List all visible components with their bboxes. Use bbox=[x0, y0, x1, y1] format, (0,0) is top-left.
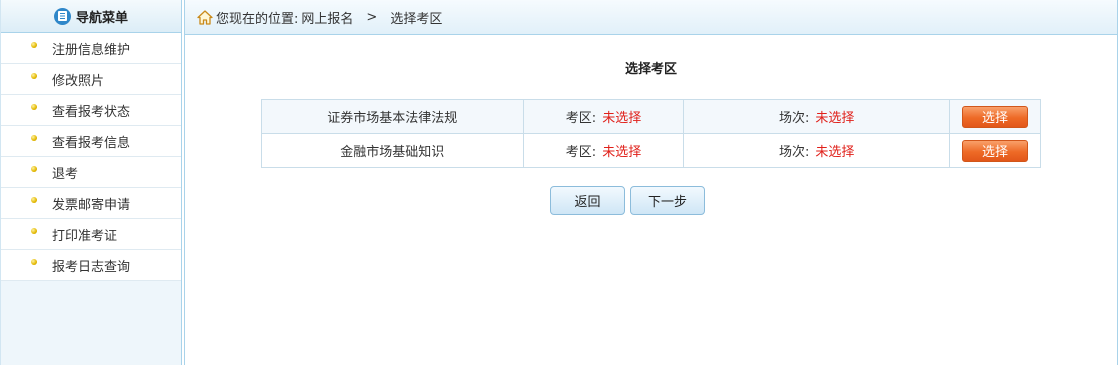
home-icon bbox=[197, 9, 213, 25]
select-button[interactable]: 选择 bbox=[962, 139, 1028, 162]
back-button[interactable]: 返回 bbox=[550, 186, 625, 215]
session-cell: 场次: 未选择 bbox=[683, 133, 951, 168]
menu-item-edit-photo[interactable]: 修改照片 bbox=[1, 64, 181, 95]
menu-list: 注册信息维护 修改照片 查看报考状态 查看报考信息 退考 发票邮寄申请 打印准考… bbox=[1, 33, 181, 281]
subject-cell: 金融市场基础知识 bbox=[261, 133, 524, 168]
session-cell: 场次: 未选择 bbox=[683, 99, 951, 134]
menu-item-register-info[interactable]: 注册信息维护 bbox=[1, 33, 181, 64]
menu-item-exam-log[interactable]: 报考日志查询 bbox=[1, 250, 181, 281]
bullet-icon bbox=[31, 42, 37, 48]
menu-item-withdraw[interactable]: 退考 bbox=[1, 157, 181, 188]
session-value: 未选择 bbox=[815, 111, 855, 126]
menu-item-label: 修改照片 bbox=[52, 73, 105, 89]
table-row: 证券市场基本法律法规 考区: 未选择 场次: 未选择 选择 bbox=[261, 99, 1041, 134]
next-button[interactable]: 下一步 bbox=[630, 186, 705, 215]
page-title: 选择考区 bbox=[624, 62, 677, 77]
session-label: 场次: bbox=[779, 111, 810, 126]
breadcrumb: 您现在的位置: 网上报名 > 选择考区 bbox=[185, 0, 1117, 35]
menu-item-print-ticket[interactable]: 打印准考证 bbox=[1, 219, 181, 250]
menu-item-label: 退考 bbox=[52, 166, 79, 182]
area-cell: 考区: 未选择 bbox=[522, 133, 685, 168]
area-cell: 考区: 未选择 bbox=[522, 99, 685, 134]
menu-item-exam-status[interactable]: 查看报考状态 bbox=[1, 95, 181, 126]
sidebar-title: 导航菜单 bbox=[75, 10, 128, 26]
main-panel: 您现在的位置: 网上报名 > 选择考区 选择考区 证券市场基本法律法规 考区: 未… bbox=[184, 0, 1118, 365]
session-label: 场次: bbox=[779, 145, 810, 160]
form-actions: 返回 下一步 bbox=[550, 186, 705, 215]
menu-item-label: 注册信息维护 bbox=[52, 42, 131, 58]
list-icon bbox=[53, 7, 71, 25]
menu-item-label: 查看报考信息 bbox=[52, 135, 131, 151]
bullet-icon bbox=[31, 197, 37, 203]
sidebar-header: 导航菜单 bbox=[1, 0, 181, 33]
table-row: 金融市场基础知识 考区: 未选择 场次: 未选择 选择 bbox=[261, 133, 1041, 168]
action-cell: 选择 bbox=[949, 99, 1041, 134]
menu-item-label: 发票邮寄申请 bbox=[52, 197, 131, 213]
menu-item-invoice-mail[interactable]: 发票邮寄申请 bbox=[1, 188, 181, 219]
breadcrumb-prefix: 您现在的位置: bbox=[216, 11, 299, 27]
area-value: 未选择 bbox=[602, 111, 642, 126]
bullet-icon bbox=[31, 104, 37, 110]
select-button[interactable]: 选择 bbox=[962, 105, 1028, 128]
area-value: 未选择 bbox=[602, 145, 642, 160]
menu-item-label: 查看报考状态 bbox=[52, 104, 131, 120]
breadcrumb-parent: 网上报名 bbox=[301, 11, 354, 27]
subject-cell: 证券市场基本法律法规 bbox=[261, 99, 524, 134]
breadcrumb-separator: > bbox=[366, 9, 378, 25]
area-label: 考区: bbox=[565, 145, 597, 160]
sidebar: 导航菜单 注册信息维护 修改照片 查看报考状态 查看报考信息 退考 发票邮寄申请… bbox=[0, 0, 182, 365]
menu-item-exam-info[interactable]: 查看报考信息 bbox=[1, 126, 181, 157]
menu-item-label: 报考日志查询 bbox=[52, 259, 131, 275]
breadcrumb-current: 选择考区 bbox=[390, 11, 443, 27]
session-value: 未选择 bbox=[815, 145, 855, 160]
bullet-icon bbox=[31, 73, 37, 79]
bullet-icon bbox=[31, 135, 37, 141]
menu-item-label: 打印准考证 bbox=[52, 228, 118, 244]
bullet-icon bbox=[31, 166, 37, 172]
bullet-icon bbox=[31, 228, 37, 234]
exam-table: 证券市场基本法律法规 考区: 未选择 场次: 未选择 选择 金融市场基础知识 考区:… bbox=[261, 99, 1041, 168]
action-cell: 选择 bbox=[949, 133, 1041, 168]
bullet-icon bbox=[31, 259, 37, 265]
area-label: 考区: bbox=[565, 111, 597, 126]
